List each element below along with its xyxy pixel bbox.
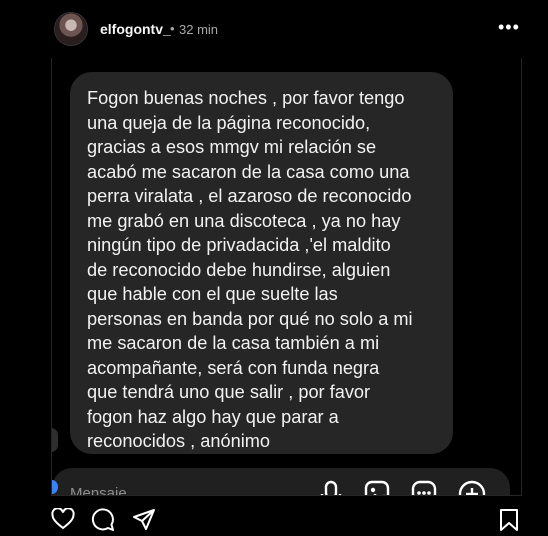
- post-header: elfogontv_ • 32 min •••: [0, 0, 548, 58]
- bookmark-icon[interactable]: [499, 508, 519, 532]
- camera-icon[interactable]: [52, 480, 58, 494]
- message-composer: Mensaje...: [52, 468, 510, 496]
- message-input[interactable]: Mensaje...: [70, 485, 139, 495]
- separator-dot: •: [170, 21, 175, 36]
- sticker-icon[interactable]: [411, 480, 437, 496]
- microphone-icon[interactable]: [320, 480, 342, 496]
- username[interactable]: elfogontv_: [100, 21, 171, 37]
- avatar[interactable]: [55, 13, 87, 45]
- comment-icon[interactable]: [91, 508, 115, 532]
- story-screenshot: Fogon buenas noches , por favor tengo un…: [51, 58, 522, 496]
- more-options-icon[interactable]: •••: [498, 17, 520, 38]
- heart-icon[interactable]: [51, 508, 75, 530]
- timestamp: 32 min: [179, 22, 219, 37]
- post-action-bar: [0, 500, 548, 536]
- add-icon[interactable]: [458, 480, 486, 496]
- image-icon[interactable]: [364, 480, 390, 496]
- share-icon[interactable]: [132, 508, 156, 532]
- side-indicator: [52, 428, 58, 452]
- message-bubble: Fogon buenas noches , por favor tengo un…: [70, 72, 453, 454]
- message-text: Fogon buenas noches , por favor tengo un…: [87, 88, 413, 451]
